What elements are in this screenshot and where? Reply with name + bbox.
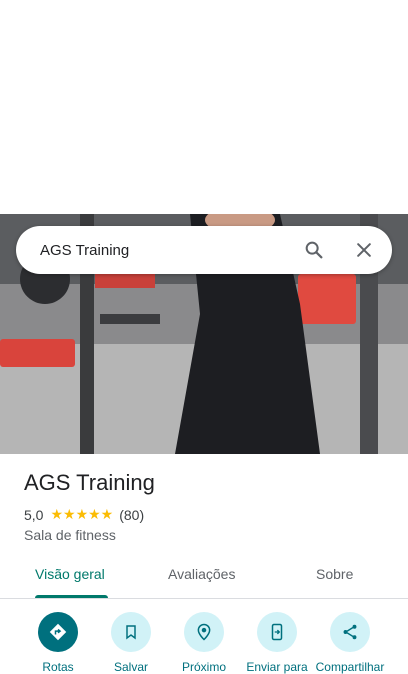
nearby-button[interactable]: Próximo [164, 612, 244, 674]
send-to-phone-icon [257, 612, 297, 652]
share-label: Compartilhar [315, 660, 385, 674]
send-to-phone-button[interactable]: Enviar para [237, 612, 317, 674]
place-tabs: Visão geral Avaliações Sobre [0, 558, 408, 599]
tab-overview[interactable]: Visão geral [35, 566, 105, 582]
place-category: Sala de fitness [24, 527, 116, 543]
review-count: (80) [119, 506, 145, 523]
rating-value: 5,0 [24, 506, 44, 523]
search-bar[interactable]: AGS Training [16, 226, 392, 274]
save-label: Salvar [113, 660, 148, 674]
close-icon[interactable] [352, 238, 376, 262]
directions-button[interactable]: Rotas [18, 612, 98, 674]
tab-reviews[interactable]: Avaliações [168, 566, 235, 582]
search-icon[interactable] [302, 238, 326, 262]
tab-about[interactable]: Sobre [316, 566, 353, 582]
nearby-label: Próximo [181, 660, 226, 674]
send-to-phone-label: Enviar para [246, 660, 308, 674]
map-area [0, 0, 408, 214]
search-input[interactable]: AGS Training [40, 242, 302, 259]
nearby-icon [184, 612, 224, 652]
share-icon [330, 612, 370, 652]
rating-row[interactable]: 5,0 ★★★★★ (80) [24, 506, 144, 523]
directions-icon [38, 612, 78, 652]
star-rating-icon: ★★★★★ [50, 506, 114, 522]
bookmark-icon [111, 612, 151, 652]
save-button[interactable]: Salvar [91, 612, 171, 674]
share-button[interactable]: Compartilhar [310, 612, 390, 674]
action-buttons: Rotas Salvar Próximo Enviar para Compart… [0, 612, 408, 674]
directions-label: Rotas [42, 660, 74, 674]
active-tab-indicator [35, 595, 108, 598]
place-name: AGS Training [24, 470, 155, 495]
